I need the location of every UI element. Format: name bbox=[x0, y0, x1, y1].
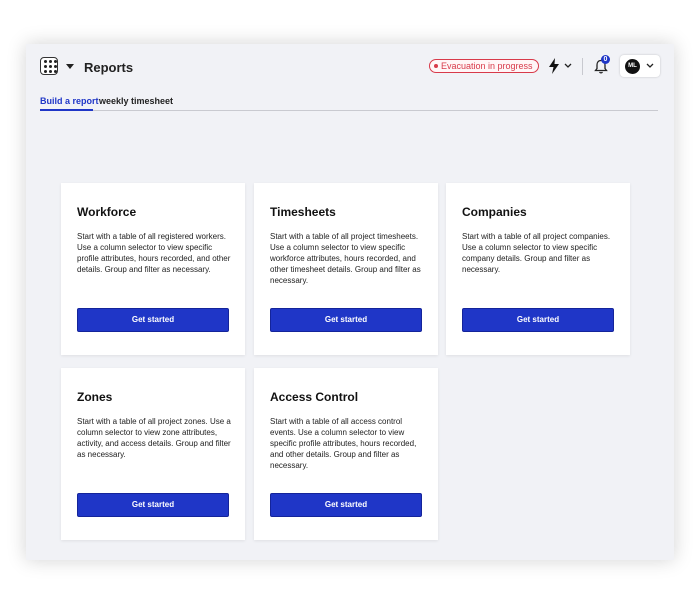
lightning-bolt-icon[interactable] bbox=[548, 58, 560, 74]
card-title: Workforce bbox=[77, 205, 137, 219]
card-description: Start with a table of all registered wor… bbox=[77, 232, 231, 274]
get-started-button[interactable]: Get started bbox=[270, 308, 422, 332]
chevron-down-icon[interactable] bbox=[564, 63, 572, 69]
reports-window: Reports Evacuation in progress 0 ML Buil… bbox=[26, 44, 674, 560]
card-description: Start with a table of all access control… bbox=[270, 417, 417, 470]
report-card-timesheets: Timesheets Start with a table of all pro… bbox=[254, 183, 438, 355]
report-card-workforce: Workforce Start with a table of all regi… bbox=[61, 183, 245, 355]
get-started-button[interactable]: Get started bbox=[270, 493, 422, 517]
grid-dots-icon[interactable] bbox=[40, 57, 58, 75]
report-tabs: Build a report weekly timesheet bbox=[40, 94, 658, 111]
avatar: ML bbox=[625, 59, 640, 74]
tab-build-a-report[interactable]: Build a report bbox=[40, 96, 99, 106]
active-tab-indicator bbox=[40, 109, 93, 111]
card-title: Timesheets bbox=[270, 205, 336, 219]
alert-dot-icon bbox=[434, 64, 438, 68]
card-title: Zones bbox=[77, 390, 113, 404]
report-card-zones: Zones Start with a table of all project … bbox=[61, 368, 245, 540]
top-bar: Reports Evacuation in progress 0 ML bbox=[26, 44, 674, 90]
card-title: Access Control bbox=[270, 390, 359, 404]
get-started-button[interactable]: Get started bbox=[77, 308, 229, 332]
caret-down-icon[interactable] bbox=[66, 64, 74, 69]
tab-weekly-timesheet[interactable]: weekly timesheet bbox=[99, 96, 173, 106]
divider bbox=[582, 58, 583, 75]
evacuation-status-badge[interactable]: Evacuation in progress bbox=[429, 59, 539, 73]
card-title: Companies bbox=[462, 205, 527, 219]
page-title: Reports bbox=[84, 60, 134, 75]
get-started-button[interactable]: Get started bbox=[462, 308, 614, 332]
card-description: Start with a table of all project timesh… bbox=[270, 232, 421, 285]
card-description: Start with a table of all project compan… bbox=[462, 232, 611, 274]
report-card-access-control: Access Control Start with a table of all… bbox=[254, 368, 438, 540]
get-started-button[interactable]: Get started bbox=[77, 493, 229, 517]
report-card-companies: Companies Start with a table of all proj… bbox=[446, 183, 630, 355]
notification-count-badge: 0 bbox=[601, 55, 610, 64]
card-description: Start with a table of all project zones.… bbox=[77, 417, 231, 459]
user-menu[interactable]: ML bbox=[620, 55, 660, 77]
chevron-down-icon bbox=[646, 63, 654, 68]
evacuation-label: Evacuation in progress bbox=[441, 61, 533, 71]
